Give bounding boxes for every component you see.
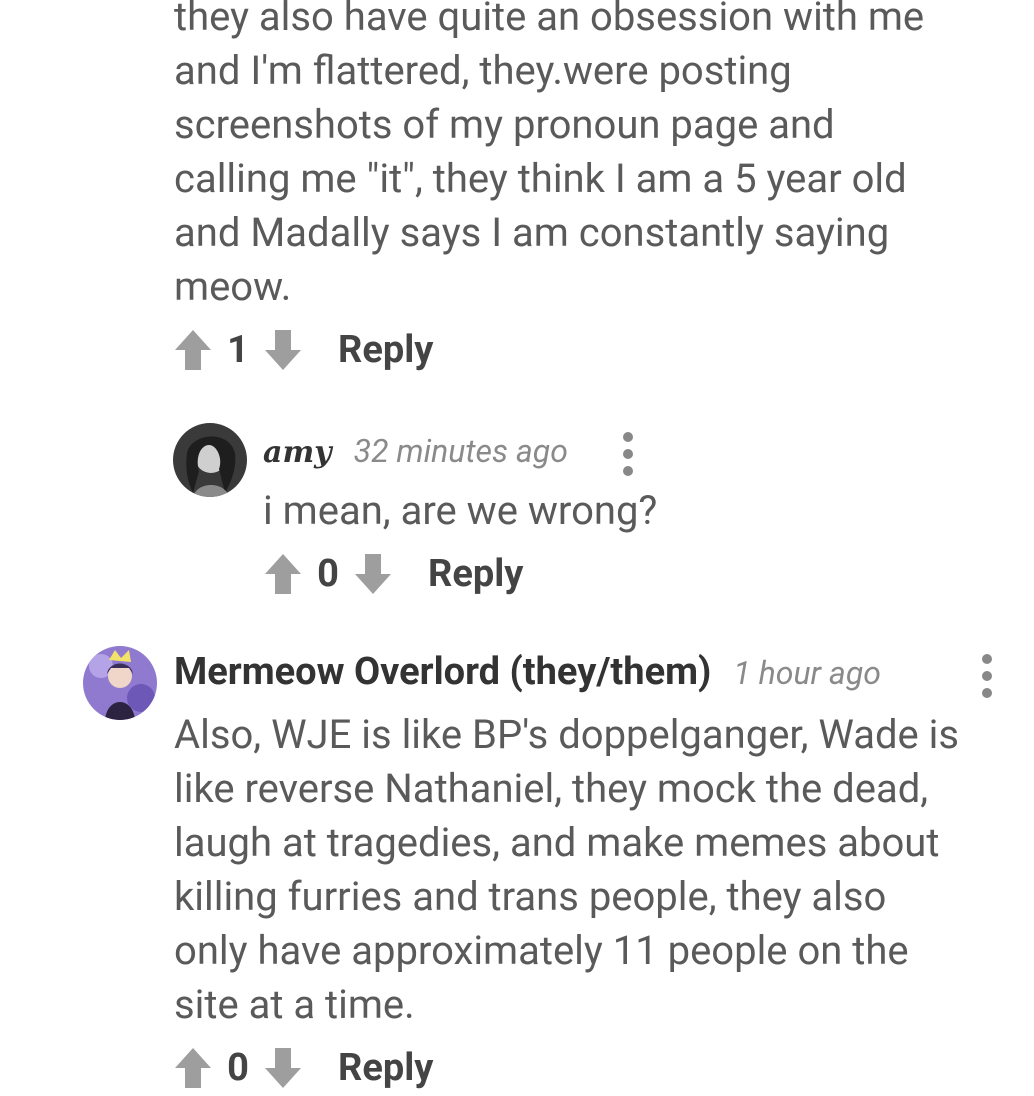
reply-button[interactable]: Reply <box>338 328 433 372</box>
comment-body-line: site at a time. <box>174 981 415 1028</box>
arrow-down-icon <box>265 330 301 370</box>
comment-body-line: screenshots of my pronoun page and <box>174 101 835 148</box>
comment-actions: 0 Reply <box>262 546 523 602</box>
comment-body-line: like reverse Nathaniel, they mock the de… <box>174 765 929 812</box>
author-name[interactable]: Mermeow Overlord (they/them) <box>174 650 711 694</box>
more-options-button[interactable] <box>977 654 997 698</box>
comment-body-line: meow. <box>174 263 292 310</box>
comment-header: Mermeow Overlord (they/them) 1 hour ago <box>174 650 881 694</box>
comment-body-line: Also, WJE is like BP's doppelganger, Wad… <box>174 711 960 758</box>
arrow-up-icon <box>175 330 211 370</box>
arrow-down-icon <box>265 1048 301 1088</box>
comment-body: they also have quite an obsession with m… <box>174 0 924 314</box>
reply-button[interactable]: Reply <box>428 552 523 596</box>
comment-actions: 0 Reply <box>172 1040 433 1096</box>
arrow-up-icon <box>175 1048 211 1088</box>
comment-body-line: they also have quite an obsession with m… <box>174 0 925 40</box>
downvote-button[interactable] <box>262 1045 304 1091</box>
upvote-button[interactable] <box>262 551 304 597</box>
avatar[interactable] <box>83 646 157 720</box>
comment-body-line: and Madally says I am constantly saying <box>174 209 890 256</box>
more-vertical-icon-dot <box>623 466 633 476</box>
comment-body-line: i mean, are we wrong? <box>263 487 658 534</box>
comment-body: Also, WJE is like BP's doppelganger, Wad… <box>174 708 959 1032</box>
comment-body-line: only have approximately 11 people on the <box>174 927 909 974</box>
comment-body-line: laugh at tragedies, and make memes about <box>174 819 940 866</box>
downvote-button[interactable] <box>352 551 394 597</box>
comment-header: amy 32 minutes ago <box>263 432 568 470</box>
timestamp: 1 hour ago <box>733 654 881 692</box>
timestamp: 32 minutes ago <box>353 432 568 470</box>
more-vertical-icon-dot <box>982 688 992 698</box>
vote-count: 1 <box>227 328 249 372</box>
vote-count: 0 <box>317 552 339 596</box>
more-vertical-icon-dot <box>623 449 633 459</box>
more-vertical-icon-dot <box>982 671 992 681</box>
more-options-button[interactable] <box>618 432 638 476</box>
vote-count: 0 <box>227 1046 249 1090</box>
arrow-down-icon <box>355 554 391 594</box>
arrow-up-icon <box>265 554 301 594</box>
comment-actions: 1 Reply <box>172 322 433 378</box>
more-vertical-icon <box>982 654 992 664</box>
upvote-button[interactable] <box>172 327 214 373</box>
avatar[interactable] <box>173 423 247 497</box>
reply-button[interactable]: Reply <box>338 1046 433 1090</box>
upvote-button[interactable] <box>172 1045 214 1091</box>
more-vertical-icon <box>623 432 633 442</box>
downvote-button[interactable] <box>262 327 304 373</box>
comment-body-line: calling me "it", they think I am a 5 yea… <box>174 155 907 202</box>
author-name[interactable]: amy <box>263 435 332 470</box>
comment-body-line: killing furries and trans people, they a… <box>174 873 887 920</box>
comment-body-line: and I'm flattered, they.were posting <box>174 47 792 94</box>
comment-body: i mean, are we wrong? <box>263 484 657 538</box>
